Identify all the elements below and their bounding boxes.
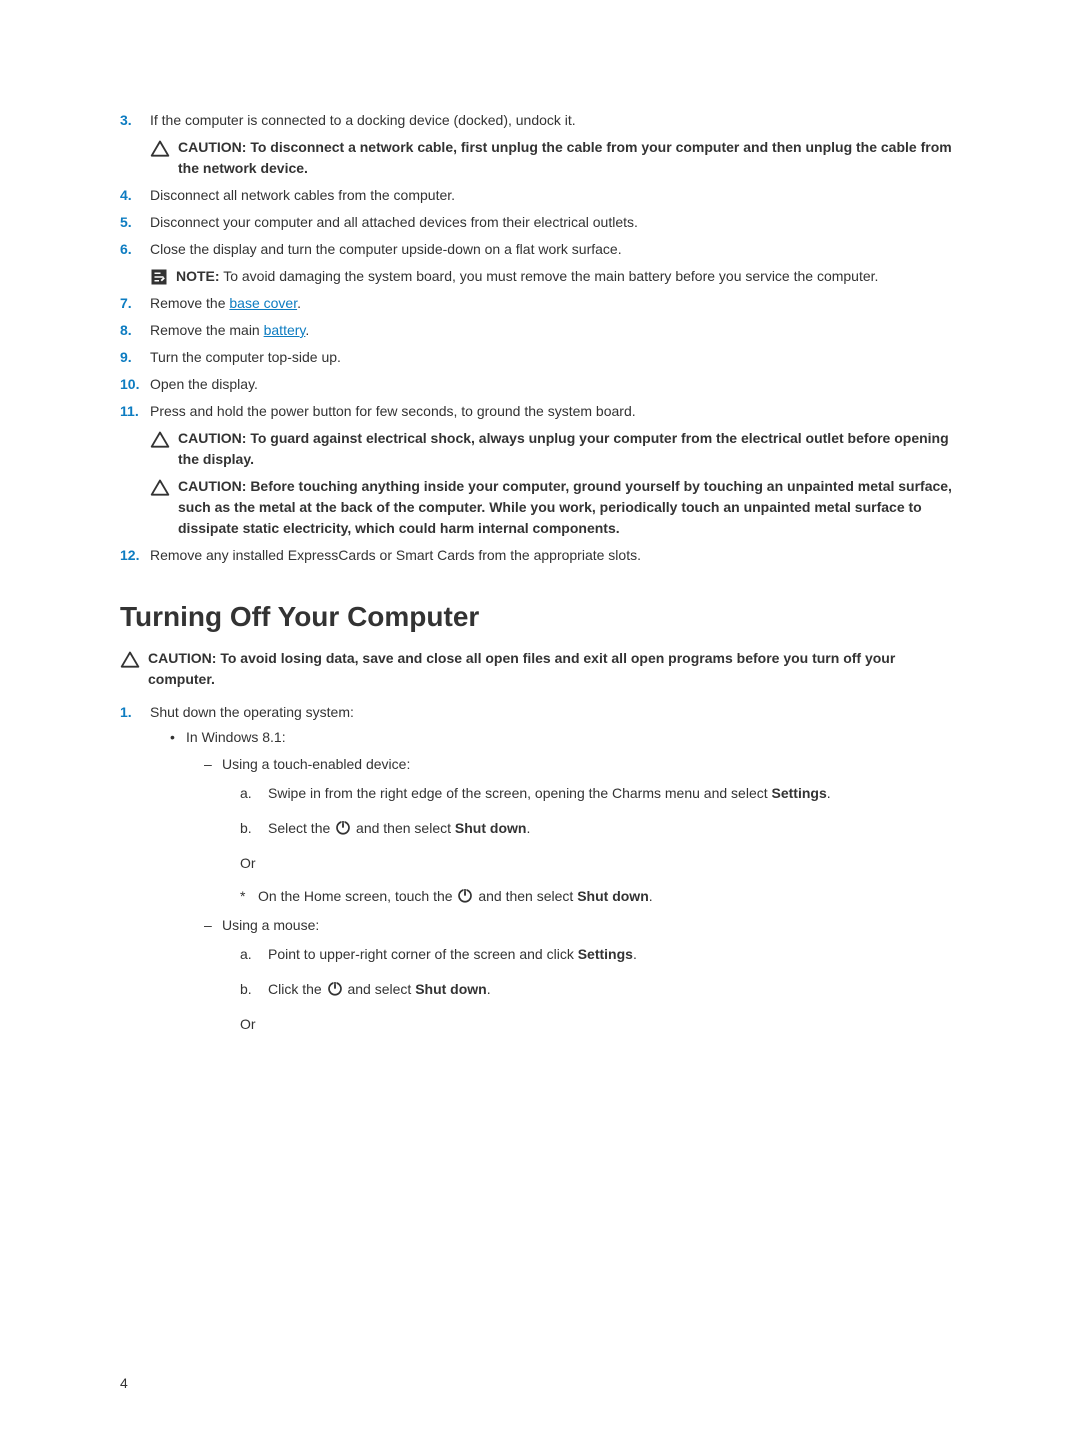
windows-item: In Windows 8.1: Using a touch-enabled de… <box>170 727 960 1035</box>
caution-icon <box>150 430 170 450</box>
touch-step-b: Select the and then select Shut down. <box>240 818 960 839</box>
mouse-a-text: Point to upper-right corner of the scree… <box>268 946 578 962</box>
step-11-caution-1-text: CAUTION: To guard against electrical sho… <box>178 428 960 470</box>
touch-a-text: Swipe in from the right edge of the scre… <box>268 785 772 801</box>
caution-icon <box>150 139 170 159</box>
step-12-text: Remove any installed ExpressCards or Sma… <box>150 547 641 563</box>
step-11-caution-2-text: CAUTION: Before touching anything inside… <box>178 476 960 539</box>
shut-down-bold-2: Shut down <box>577 888 649 904</box>
shutdown-step-1-text: Shut down the operating system: <box>150 704 354 720</box>
step-9-text: Turn the computer top-side up. <box>150 349 341 365</box>
step-7-post: . <box>297 295 301 311</box>
caution-icon <box>150 478 170 498</box>
step-10: Open the display. <box>120 374 960 395</box>
power-icon <box>456 886 474 904</box>
mouse-label: Using a mouse: <box>222 917 319 933</box>
step-5: Disconnect your computer and all attache… <box>120 212 960 233</box>
mouse-b-pre: Click the <box>268 981 326 997</box>
touch-star-item: On the Home screen, touch the and then s… <box>240 886 960 907</box>
step-8: Remove the main battery. <box>120 320 960 341</box>
settings-bold: Settings <box>772 785 827 801</box>
step-11: Press and hold the power button for few … <box>120 401 960 539</box>
step-6-text: Close the display and turn the computer … <box>150 241 622 257</box>
shutdown-step-1: Shut down the operating system: In Windo… <box>120 702 960 1035</box>
step-3: If the computer is connected to a dockin… <box>120 110 960 179</box>
step-3-caution: CAUTION: To disconnect a network cable, … <box>150 137 960 179</box>
step-11-caution-1: CAUTION: To guard against electrical sho… <box>150 428 960 470</box>
or-text-1: Or <box>240 853 960 874</box>
step-10-text: Open the display. <box>150 376 258 392</box>
page-number: 4 <box>120 1373 128 1394</box>
touch-star-pre: On the Home screen, touch the <box>258 888 456 904</box>
step-6: Close the display and turn the computer … <box>120 239 960 287</box>
step-7: Remove the base cover. <box>120 293 960 314</box>
mouse-item: Using a mouse: Point to upper-right corn… <box>204 915 960 1035</box>
base-cover-link[interactable]: base cover <box>229 295 297 311</box>
mouse-step-b: Click the and select Shut down. <box>240 979 960 1000</box>
step-12: Remove any installed ExpressCards or Sma… <box>120 545 960 566</box>
power-icon <box>326 979 344 997</box>
step-9: Turn the computer top-side up. <box>120 347 960 368</box>
note-label: NOTE: <box>176 268 220 284</box>
battery-link[interactable]: battery <box>264 322 306 338</box>
caution-icon <box>120 650 140 670</box>
mouse-b-mid: and select <box>344 981 416 997</box>
step-8-pre: Remove the main <box>150 322 264 338</box>
step-4-text: Disconnect all network cables from the c… <box>150 187 455 203</box>
step-11-text: Press and hold the power button for few … <box>150 403 636 419</box>
note-body: To avoid damaging the system board, you … <box>223 268 878 284</box>
windows-label: In Windows 8.1: <box>186 729 286 745</box>
step-11-caution-2: CAUTION: Before touching anything inside… <box>150 476 960 539</box>
touch-b-pre: Select the <box>268 820 334 836</box>
power-icon <box>334 818 352 836</box>
heading-caution: CAUTION: To avoid losing data, save and … <box>120 648 960 690</box>
touch-step-a: Swipe in from the right edge of the scre… <box>240 783 960 804</box>
step-3-text: If the computer is connected to a dockin… <box>150 112 576 128</box>
heading-caution-text: CAUTION: To avoid losing data, save and … <box>148 648 960 690</box>
section-heading: Turning Off Your Computer <box>120 596 960 638</box>
shut-down-bold: Shut down <box>455 820 527 836</box>
step-5-text: Disconnect your computer and all attache… <box>150 214 638 230</box>
step-3-caution-text: CAUTION: To disconnect a network cable, … <box>178 137 960 179</box>
touch-star-mid: and then select <box>474 888 577 904</box>
touch-label: Using a touch-enabled device: <box>222 756 410 772</box>
note-icon <box>150 268 168 286</box>
step-7-pre: Remove the <box>150 295 229 311</box>
touch-device-item: Using a touch-enabled device: Swipe in f… <box>204 754 960 907</box>
step-6-note-text: NOTE: To avoid damaging the system board… <box>176 266 960 287</box>
step-6-note: NOTE: To avoid damaging the system board… <box>150 266 960 287</box>
settings-bold-2: Settings <box>578 946 633 962</box>
touch-b-mid: and then select <box>352 820 455 836</box>
or-text-2: Or <box>240 1014 960 1035</box>
mouse-step-a: Point to upper-right corner of the scree… <box>240 944 960 965</box>
step-8-post: . <box>305 322 309 338</box>
step-4: Disconnect all network cables from the c… <box>120 185 960 206</box>
shut-down-bold-3: Shut down <box>415 981 487 997</box>
